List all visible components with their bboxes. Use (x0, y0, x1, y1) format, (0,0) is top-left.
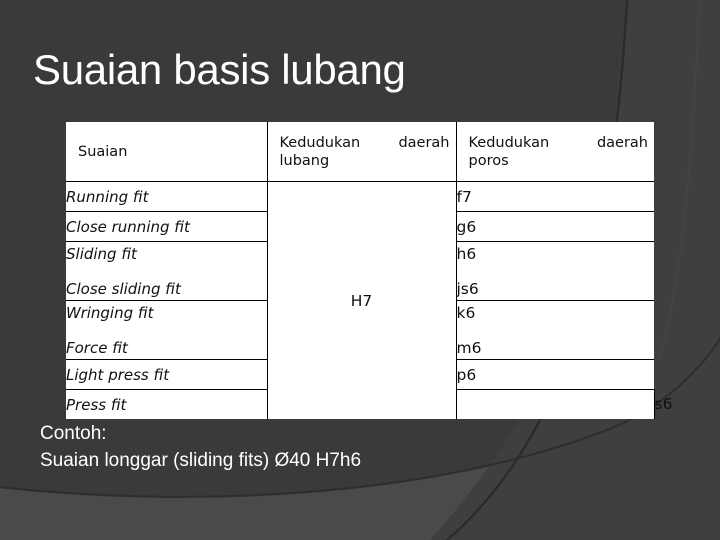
fit-name-cell: Force fit (66, 338, 128, 357)
header-label-hole-word3: lubang (279, 152, 330, 169)
page-title: Suaian basis lubang (33, 46, 406, 93)
shaft-tolerance-cell: p6 (455, 359, 654, 390)
header-label-suaian: Suaian (78, 143, 128, 160)
shaft-tolerance-cell: h6 (456, 244, 477, 263)
shaft-tolerance-cell: js6 (456, 279, 479, 298)
fit-name-cell: Wringing fit (66, 303, 154, 322)
table-header-row: Suaian Kedudukan daerah lubang Kedudukan… (66, 122, 654, 182)
shaft-tolerance-cell-group: k6 m6 (455, 300, 654, 360)
caption-line-2: Suaian longgar (sliding fits) Ø40 H7h6 (40, 450, 362, 471)
fit-name-cell-group: Sliding fit Close sliding fit (66, 241, 267, 301)
header-label-hole-word1: Kedudukan (279, 134, 361, 151)
hole-basis-fit-table: Suaian Kedudukan daerah lubang Kedudukan… (66, 122, 672, 419)
fit-name-cell: Light press fit (66, 359, 267, 390)
table-row: Running fit H7 f7 (66, 181, 654, 419)
header-label-hole-word2: daerah (398, 134, 450, 151)
slide: Suaian basis lubang Suaian Kedudukan dae… (0, 0, 720, 540)
fit-name-cell: Sliding fit (66, 244, 137, 263)
header-cell-hole-zone: Kedudukan daerah lubang (266, 122, 456, 182)
header-label-shaft-word2: daerah (596, 134, 648, 151)
hole-column-filler (455, 389, 654, 419)
header-label-shaft-word3: poros (468, 152, 509, 169)
shaft-tolerance-cell: m6 (456, 338, 482, 357)
fit-name-cell: Running fit (66, 181, 267, 212)
header-cell-suaian: Suaian (66, 122, 267, 182)
header-label-shaft-word1: Kedudukan (468, 134, 550, 151)
shaft-tolerance-cell: g6 (455, 211, 654, 242)
hole-tolerance-cell: H7 (266, 181, 456, 419)
caption-line-1: Contoh: (40, 423, 107, 444)
shaft-tolerance-cell: k6 (456, 303, 476, 322)
caption: Contoh: Suaian longgar (sliding fits) Ø4… (40, 420, 361, 474)
fit-name-cell: Close running fit (66, 211, 267, 242)
fit-name-cell: Close sliding fit (66, 279, 181, 298)
header-cell-shaft-zone: Kedudukan daerah poros (455, 122, 654, 182)
fit-table-container: Suaian Kedudukan daerah lubang Kedudukan… (66, 122, 672, 419)
shaft-tolerance-cell: f7 (455, 181, 654, 212)
fit-name-cell: Press fit (66, 389, 267, 419)
fit-name-cell-group: Wringing fit Force fit (66, 300, 267, 360)
shaft-tolerance-cell-group: h6 js6 (455, 241, 654, 301)
